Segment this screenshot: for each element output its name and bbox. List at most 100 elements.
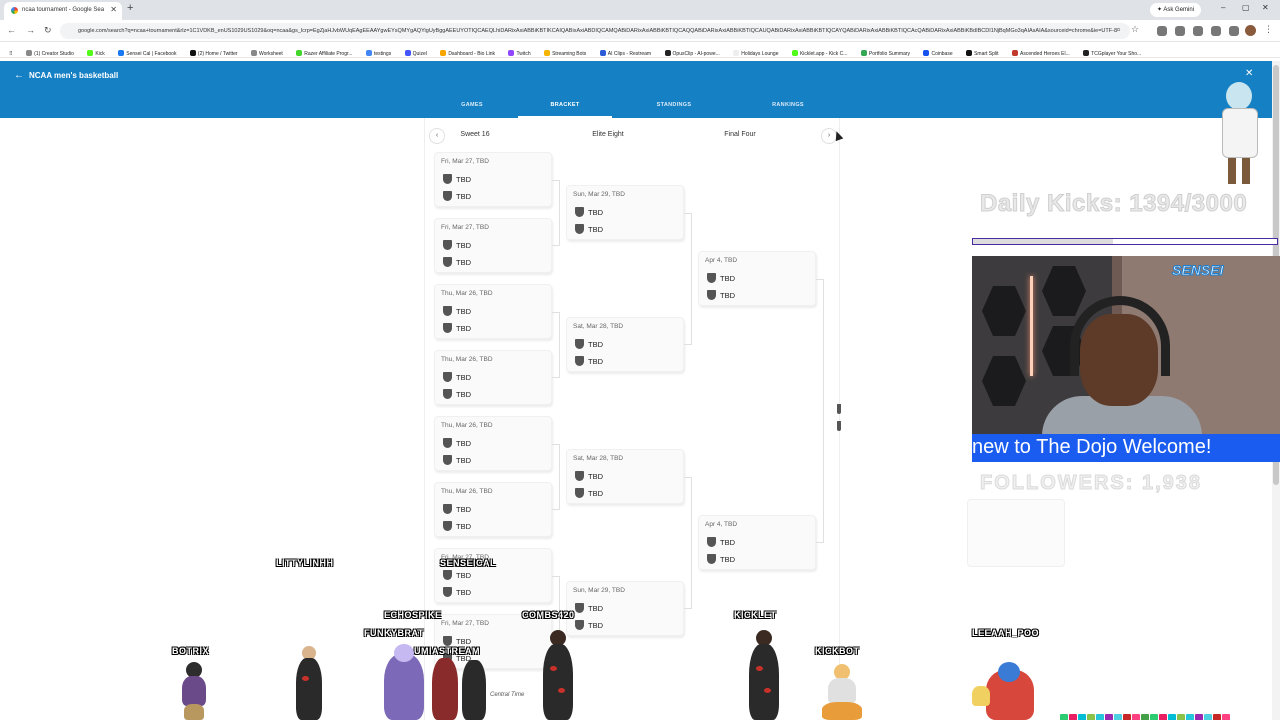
extension-icon[interactable] bbox=[1193, 26, 1203, 36]
bookmark-item[interactable]: Portfolio Summary bbox=[860, 50, 910, 57]
team-name: TBD bbox=[456, 258, 471, 267]
daily-kicks-progress-bar bbox=[972, 238, 1278, 245]
matchup-card[interactable]: Thu, Mar 26, TBD TBD TBD bbox=[434, 416, 552, 471]
bookmark-item[interactable]: Smart Split bbox=[966, 50, 999, 57]
menu-icon[interactable]: ⋮ bbox=[1264, 24, 1273, 35]
matchup-card[interactable]: Thu, Mar 26, TBD TBD TBD bbox=[434, 284, 552, 339]
matchup-card[interactable]: Fri, Mar 27, TBD TBD TBD bbox=[434, 218, 552, 273]
matchup-date: Sat, Mar 28, TBD bbox=[573, 323, 624, 330]
round-label-final4: Final Four bbox=[724, 131, 756, 138]
bookmark-favicon-icon bbox=[26, 50, 33, 56]
red-cloud-icon bbox=[550, 666, 557, 671]
team-row: TBD bbox=[443, 372, 471, 382]
previous-round-button[interactable]: ‹ bbox=[429, 128, 445, 144]
bookmark-item[interactable]: Kicklet.app - Kick C... bbox=[791, 50, 847, 57]
matchup-card[interactable]: Sat, Mar 28, TBD TBD TBD bbox=[566, 317, 684, 372]
bookmark-item[interactable]: OpusClip - AI-powe... bbox=[664, 50, 720, 57]
matchup-card[interactable]: Apr 4, TBD TBD TBD bbox=[698, 515, 816, 570]
team-shield-icon bbox=[443, 570, 452, 580]
bookmark-item[interactable]: Worksheet bbox=[251, 50, 283, 57]
matchup-card[interactable]: Thu, Mar 26, TBD TBD TBD bbox=[434, 482, 552, 537]
maximize-icon[interactable]: ▢ bbox=[1242, 3, 1250, 12]
chatter-name: ECHOSPIKE bbox=[384, 610, 442, 620]
bookmark-label: Kick bbox=[95, 51, 105, 57]
browser-tab-strip: ncaa tournament - Google Sea ✕ + ✦ Ask G… bbox=[0, 0, 1280, 20]
chatter-name: KICKLET bbox=[734, 610, 777, 620]
address-bar[interactable]: google.com/search?q=ncaa+tournament&rlz=… bbox=[60, 23, 1130, 39]
matchup-card[interactable]: Fri, Mar 27, TBD TBD TBD bbox=[434, 152, 552, 207]
extension-icon[interactable] bbox=[1157, 26, 1167, 36]
team-shield-icon bbox=[443, 240, 452, 250]
extensions-puzzle-icon[interactable] bbox=[1211, 26, 1221, 36]
matchup-date: Sat, Mar 28, TBD bbox=[573, 455, 624, 462]
bookmark-favicon-icon bbox=[1083, 50, 1090, 56]
bookmark-favicon-icon bbox=[118, 50, 125, 56]
sidebar-icon[interactable] bbox=[1229, 26, 1239, 36]
bookmark-item[interactable]: Coinbase bbox=[923, 50, 953, 57]
browser-tab[interactable]: ncaa tournament - Google Sea ✕ bbox=[4, 2, 122, 20]
tab-bracket[interactable]: BRACKET bbox=[551, 102, 580, 108]
matchup-card[interactable]: Sun, Mar 29, TBD TBD TBD bbox=[566, 185, 684, 240]
close-window-icon[interactable]: ✕ bbox=[1262, 3, 1269, 12]
round-label-sweet16: Sweet 16 bbox=[460, 131, 490, 138]
ask-gemini-button[interactable]: ✦ Ask Gemini bbox=[1150, 3, 1202, 17]
bookmark-favicon-icon bbox=[860, 50, 867, 56]
bookmark-item[interactable]: testings bbox=[365, 50, 392, 57]
back-icon[interactable]: ← bbox=[7, 25, 16, 35]
bookmark-item[interactable]: Sensei Cal | Facebook bbox=[118, 50, 176, 57]
matchup-card[interactable]: Sat, Mar 28, TBD TBD TBD bbox=[566, 449, 684, 504]
bookmark-item[interactable]: TCGplayer Your Sho... bbox=[1083, 50, 1141, 57]
matchup-date: Thu, Mar 26, TBD bbox=[441, 356, 493, 363]
matchup-card[interactable]: Apr 4, TBD TBD TBD bbox=[698, 251, 816, 306]
bookmark-item[interactable]: Kick bbox=[87, 50, 105, 57]
close-tab-icon[interactable]: ✕ bbox=[110, 5, 117, 14]
star-icon[interactable]: ☆ bbox=[1131, 24, 1139, 35]
team-shield-icon bbox=[443, 174, 452, 184]
tab-standings[interactable]: STANDINGS bbox=[657, 102, 692, 108]
team-row: TBD bbox=[443, 438, 471, 448]
red-cloud-icon bbox=[756, 666, 763, 671]
bookmark-item[interactable]: (1) Creator Studio bbox=[26, 50, 74, 57]
character-sprite bbox=[538, 630, 578, 720]
bookmark-item[interactable]: Quizel bbox=[404, 50, 427, 57]
team-shield-icon bbox=[575, 488, 584, 498]
reload-icon[interactable]: ↻ bbox=[44, 25, 52, 36]
team-row: TBD bbox=[443, 521, 471, 531]
forward-icon[interactable]: → bbox=[26, 25, 35, 35]
team-shield-icon bbox=[443, 389, 452, 399]
bookmark-label: Dashboard - Bio Link bbox=[448, 51, 496, 57]
team-name: TBD bbox=[456, 241, 471, 250]
matchup-card[interactable]: Thu, Mar 26, TBD TBD TBD bbox=[434, 350, 552, 405]
matchup-card[interactable]: Sun, Mar 29, TBD TBD TBD bbox=[566, 581, 684, 636]
back-to-results-button[interactable]: ← NCAA men's basketball bbox=[14, 70, 118, 81]
bookmark-item[interactable]: Holidays Lounge bbox=[733, 50, 778, 57]
bookmark-item[interactable]: Dashboard - Bio Link bbox=[440, 50, 495, 57]
bookmark-item[interactable]: (2) Home / Twitter bbox=[189, 50, 238, 57]
sprite-legs bbox=[184, 704, 204, 720]
bookmark-item[interactable]: Twitch bbox=[508, 50, 531, 57]
search-icon[interactable]: ⌕ bbox=[1116, 24, 1121, 35]
matchup-card[interactable]: Fri, Mar 27, TBD TBD TBD bbox=[434, 548, 552, 603]
team-shield-icon bbox=[575, 339, 584, 349]
team-row: TBD bbox=[443, 587, 471, 597]
badge-icon bbox=[1069, 714, 1077, 720]
bookmark-label: testings bbox=[373, 51, 392, 57]
bookmark-item[interactable]: Ascended Heroes El... bbox=[1011, 50, 1070, 57]
team-shield-icon bbox=[575, 207, 584, 217]
extension-icon[interactable] bbox=[1175, 26, 1185, 36]
championship-card-partial bbox=[834, 384, 842, 434]
minimize-icon[interactable]: – bbox=[1221, 3, 1225, 12]
badge-icon bbox=[1096, 714, 1104, 720]
profile-avatar[interactable] bbox=[1245, 25, 1256, 36]
team-name: TBD bbox=[456, 505, 471, 514]
bookmark-item[interactable]: Razer Affiliate Progr... bbox=[296, 50, 353, 57]
tab-rankings[interactable]: RANKINGS bbox=[772, 102, 804, 108]
ask-gemini-label: Ask Gemini bbox=[1163, 7, 1195, 13]
address-bar-row: ← → ↻ google.com/search?q=ncaa+tournamen… bbox=[0, 20, 1280, 42]
new-tab-button[interactable]: + bbox=[127, 2, 133, 14]
bookmarks-grid-icon[interactable]: ⠿ bbox=[9, 51, 13, 57]
tab-games[interactable]: GAMES bbox=[461, 102, 483, 108]
bookmark-item[interactable]: Streaming Bots bbox=[544, 50, 586, 57]
timezone-note: Central Time bbox=[490, 692, 525, 698]
bookmark-item[interactable]: AI Clips - Restream bbox=[599, 50, 651, 57]
